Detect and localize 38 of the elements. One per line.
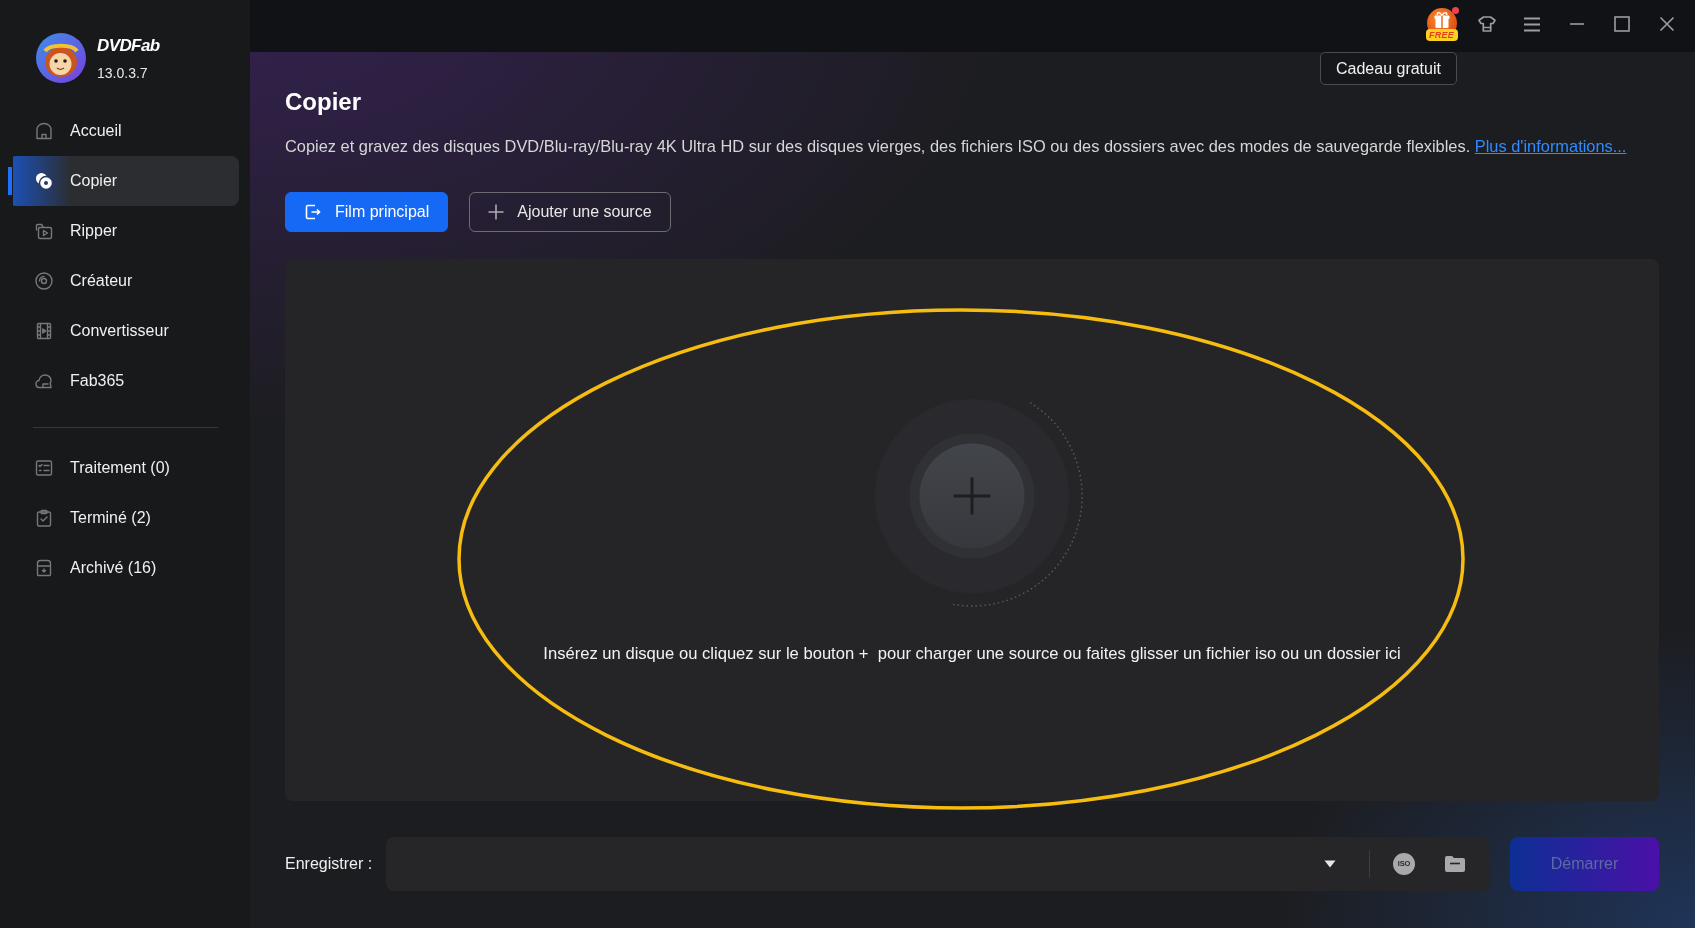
description-text: Copiez et gravez des disques DVD/Blu-ray/Blu-ray 4K Ultra HD sur des disques vierges, des fichiers ISO ou des dossiers avec des modes de sauvegarde flexibles. Plus d'informations... (285, 136, 1627, 156)
brand-wordmark: DVDFab (97, 36, 160, 56)
cloud-icon (34, 371, 54, 391)
sidebar-item[interactable]: Archivé (16) (8, 543, 239, 593)
sidebar-item[interactable]: Convertisseur (8, 306, 239, 356)
plus-icon (952, 476, 992, 516)
menu-icon[interactable] (1522, 16, 1541, 32)
sidebar-item[interactable]: Fab365 (8, 356, 239, 406)
sidebar-item[interactable]: Terminé (2) (8, 493, 239, 543)
hint-text: Insérez un disque ou cliquez sur le bouton + pour charger une source ou faites glisser un fichier iso ou un dossier ici (543, 644, 1401, 664)
sidebar-item[interactable]: Accueil (8, 106, 239, 156)
discs-icon (34, 171, 54, 191)
clipboard-check-icon (34, 508, 54, 528)
disc-icon (34, 271, 54, 291)
maximize-icon[interactable] (1613, 16, 1630, 32)
sidebar-item[interactable]: Ripper (8, 206, 239, 256)
sidebar-item[interactable]: Créateur (8, 256, 239, 306)
folder-play-icon (34, 221, 54, 241)
tooltip: Cadeau gratuit (1320, 52, 1457, 85)
add-source-button[interactable]: Ajouter une source (469, 192, 671, 232)
close-icon[interactable] (1658, 16, 1675, 32)
checklist-icon (34, 458, 54, 478)
archive-box-icon (34, 558, 54, 578)
sidebar-item[interactable]: Traitement (0) (8, 443, 239, 493)
mascot-logo-icon (36, 33, 86, 83)
dropdown-caret-icon[interactable] (1324, 860, 1336, 868)
house-icon (34, 121, 54, 141)
shirt-icon[interactable] (1476, 15, 1497, 33)
film-strip-icon (34, 321, 54, 341)
more-info-link[interactable]: Plus d'informations... (1474, 137, 1627, 155)
sidebar-item[interactable]: Copier (8, 156, 239, 206)
page-title: Copier (285, 88, 361, 116)
plus-icon (488, 204, 505, 220)
version-text: 13.0.3.7 (97, 65, 148, 82)
main-movie-button[interactable]: Film principal (285, 192, 449, 232)
save-label: Enregistrer : (285, 854, 374, 874)
panel-arrow-icon (304, 203, 322, 221)
folder-icon[interactable] (1444, 855, 1466, 873)
